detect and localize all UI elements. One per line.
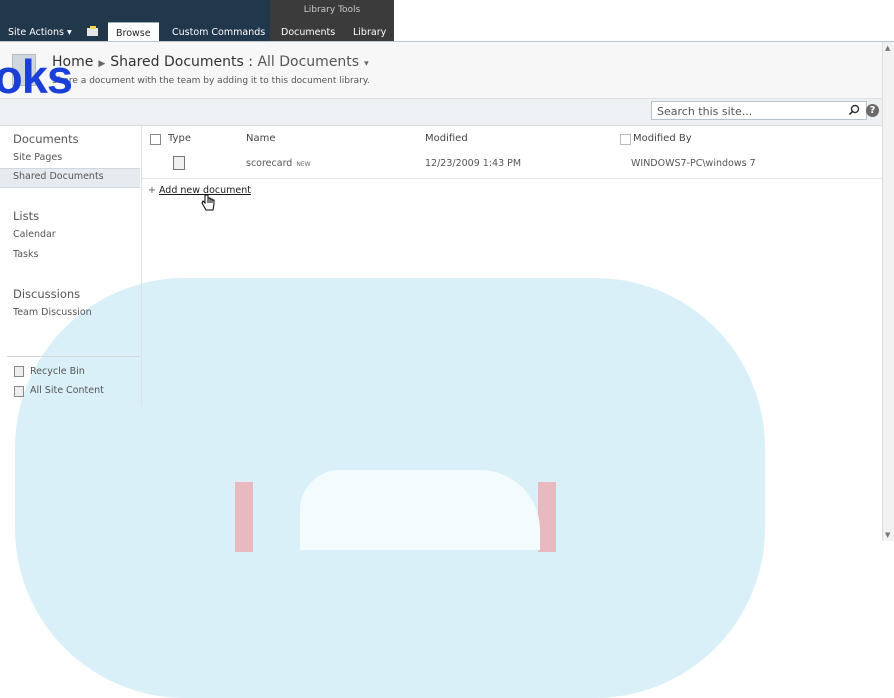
help-icon[interactable]: ?: [866, 104, 879, 117]
quick-launch-nav: Documents Site Pages Shared Documents Li…: [0, 126, 142, 406]
search-input[interactable]: Search this site...: [651, 101, 867, 120]
nav-item-site-pages[interactable]: Site Pages: [13, 152, 62, 163]
search-placeholder: Search this site...: [657, 105, 753, 118]
site-content-icon: [14, 386, 24, 397]
select-all-checkbox[interactable]: [150, 134, 161, 145]
page-description: Share a document with the team by adding…: [52, 76, 370, 86]
nav-item-tasks[interactable]: Tasks: [13, 249, 38, 260]
nav-item-recycle-bin[interactable]: Recycle Bin: [30, 366, 85, 377]
column-header-modified[interactable]: Modified: [425, 133, 468, 144]
search-bar-row: Search this site...: [0, 99, 882, 126]
modified-by-cell[interactable]: WINDOWS7-PC\windows 7: [631, 158, 756, 169]
nav-item-all-site-content[interactable]: All Site Content: [30, 385, 104, 396]
ribbon: Library Tools Site Actions ▾ Browse Cust…: [0, 0, 894, 43]
recycle-bin-icon: [14, 366, 24, 377]
scroll-down-icon[interactable]: ▼: [885, 531, 890, 539]
chevron-down-icon[interactable]: ▾: [364, 59, 369, 69]
nav-item-calendar[interactable]: Calendar: [13, 229, 56, 240]
document-type-icon: [173, 156, 185, 170]
breadcrumb: Home ▶ Shared Documents : All Documents ▾: [52, 54, 369, 70]
nav-heading-documents[interactable]: Documents: [13, 132, 79, 146]
view-selector[interactable]: All Documents: [257, 54, 359, 70]
tab-documents[interactable]: Documents: [281, 24, 335, 42]
background-pillar: [538, 482, 556, 552]
modified-cell: 12/23/2009 1:43 PM: [425, 158, 522, 169]
column-header-type[interactable]: Type: [168, 133, 191, 144]
tab-custom-commands[interactable]: Custom Commands: [172, 24, 265, 42]
nav-heading-discussions[interactable]: Discussions: [13, 287, 80, 301]
hand-cursor-icon: [201, 194, 215, 211]
background-pillar: [235, 482, 253, 552]
list-header-row: Type Name Modified Modified By: [142, 126, 882, 152]
vertical-scrollbar[interactable]: ▲ ▼: [882, 42, 894, 541]
nav-item-team-discussion[interactable]: Team Discussion: [13, 307, 92, 318]
library-tools-title: Library Tools: [303, 5, 361, 15]
nav-item-shared-documents[interactable]: Shared Documents: [13, 171, 104, 182]
nav-divider: [7, 356, 140, 357]
background-book-shape: [300, 470, 540, 550]
search-icon[interactable]: [848, 104, 860, 116]
document-name-cell: scorecard NEW: [246, 158, 311, 169]
tab-library[interactable]: Library: [353, 24, 386, 42]
table-row[interactable]: scorecard NEW 12/23/2009 1:43 PM WINDOWS7…: [142, 152, 882, 179]
plus-icon: +: [148, 185, 156, 196]
page-title-area: Home ▶ Shared Documents : All Documents ▾ S…: [0, 42, 882, 99]
tab-browse[interactable]: Browse: [108, 22, 159, 43]
column-filter-icon: [620, 134, 631, 145]
document-name-link[interactable]: scorecard: [246, 158, 292, 169]
nav-heading-lists[interactable]: Lists: [13, 209, 39, 223]
column-header-modified-by[interactable]: Modified By: [633, 133, 692, 144]
column-header-name[interactable]: Name: [246, 133, 276, 144]
scroll-up-icon[interactable]: ▲: [885, 44, 890, 52]
watermark-overlay-text: oks: [0, 50, 73, 103]
breadcrumb-arrow-icon: ▶: [98, 59, 106, 69]
breadcrumb-section[interactable]: Shared Documents: [110, 54, 244, 70]
site-actions-menu[interactable]: Site Actions ▾: [8, 24, 72, 42]
new-badge: NEW: [296, 161, 311, 168]
